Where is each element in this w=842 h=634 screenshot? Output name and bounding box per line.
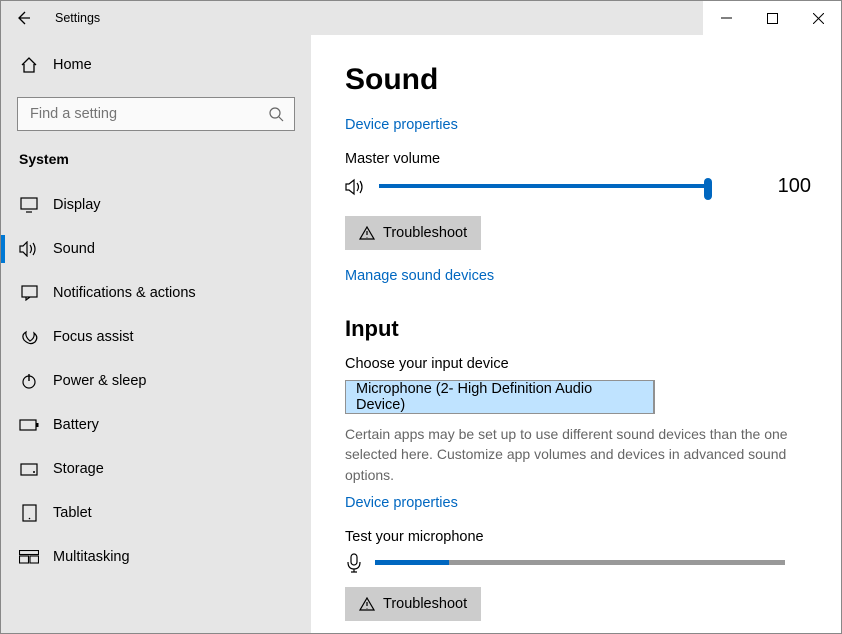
battery-icon (19, 415, 39, 435)
input-device-selected: Microphone (2- High Definition Audio Dev… (356, 381, 643, 413)
back-icon (15, 10, 31, 26)
close-button[interactable] (795, 1, 841, 35)
master-volume-slider[interactable] (379, 177, 708, 197)
power-icon (19, 371, 39, 391)
multitasking-icon (19, 547, 39, 567)
window-title: Settings (45, 11, 100, 25)
maximize-icon (767, 13, 778, 24)
sidebar-home-label: Home (53, 57, 92, 73)
sidebar-item-label: Focus assist (53, 329, 134, 345)
input-device-dropdown[interactable]: Microphone (2- High Definition Audio Dev… (345, 380, 655, 414)
mic-level-bar (375, 560, 785, 565)
master-volume-value: 100 (778, 175, 811, 198)
mic-level-fill (375, 560, 449, 565)
manage-sound-devices-link[interactable]: Manage sound devices (345, 268, 811, 284)
sidebar-item-sound[interactable]: Sound (1, 227, 311, 271)
sidebar-category: System (1, 145, 311, 183)
close-icon (813, 13, 824, 24)
test-mic-label: Test your microphone (345, 529, 811, 545)
sound-icon (19, 239, 39, 259)
sidebar-item-label: Multitasking (53, 549, 130, 565)
sidebar-item-battery[interactable]: Battery (1, 403, 311, 447)
sidebar-item-display[interactable]: Display (1, 183, 311, 227)
search-icon (269, 107, 284, 122)
storage-icon (19, 459, 39, 479)
page-title: Sound (345, 63, 811, 97)
troubleshoot-output-button[interactable]: Troubleshoot (345, 216, 481, 250)
sidebar-item-label: Storage (53, 461, 104, 477)
titlebar: Settings (1, 1, 841, 35)
slider-thumb[interactable] (704, 178, 712, 200)
display-icon (19, 195, 39, 215)
search-input[interactable] (28, 105, 269, 123)
input-device-properties-link[interactable]: Device properties (345, 495, 811, 511)
maximize-button[interactable] (749, 1, 795, 35)
speaker-icon[interactable] (345, 178, 365, 196)
focus-icon (19, 327, 39, 347)
sidebar-item-storage[interactable]: Storage (1, 447, 311, 491)
sidebar-item-label: Battery (53, 417, 99, 433)
home-icon (19, 55, 39, 75)
microphone-icon (345, 553, 363, 573)
choose-input-label: Choose your input device (345, 356, 811, 372)
sidebar-item-label: Display (53, 197, 101, 213)
search-box[interactable] (17, 97, 295, 131)
sidebar-item-label: Notifications & actions (53, 285, 196, 301)
input-hint-text: Certain apps may be set up to use differ… (345, 424, 811, 485)
troubleshoot-input-button[interactable]: Troubleshoot (345, 587, 481, 621)
sidebar-item-notifications-actions[interactable]: Notifications & actions (1, 271, 311, 315)
sidebar-item-tablet[interactable]: Tablet (1, 491, 311, 535)
back-button[interactable] (1, 1, 45, 35)
troubleshoot-input-label: Troubleshoot (383, 596, 467, 612)
sidebar-item-multitasking[interactable]: Multitasking (1, 535, 311, 579)
device-properties-link[interactable]: Device properties (345, 117, 811, 133)
warning-icon (359, 597, 375, 611)
sidebar-item-label: Sound (53, 241, 95, 257)
slider-fill (379, 184, 708, 188)
master-volume-label: Master volume (345, 151, 811, 167)
sidebar-item-power-sleep[interactable]: Power & sleep (1, 359, 311, 403)
sidebar-item-label: Power & sleep (53, 373, 147, 389)
minimize-icon (721, 13, 732, 24)
sidebar-home[interactable]: Home (1, 43, 311, 87)
input-heading: Input (345, 316, 811, 342)
main-content: Sound Device properties Master volume 10… (311, 35, 841, 633)
troubleshoot-output-label: Troubleshoot (383, 225, 467, 241)
minimize-button[interactable] (703, 1, 749, 35)
sidebar-item-label: Tablet (53, 505, 92, 521)
tablet-icon (19, 503, 39, 523)
sidebar-item-focus-assist[interactable]: Focus assist (1, 315, 311, 359)
sidebar: Home System Display Sound Notifications & … (1, 35, 311, 633)
warning-icon (359, 226, 375, 240)
notifications-icon (19, 283, 39, 303)
